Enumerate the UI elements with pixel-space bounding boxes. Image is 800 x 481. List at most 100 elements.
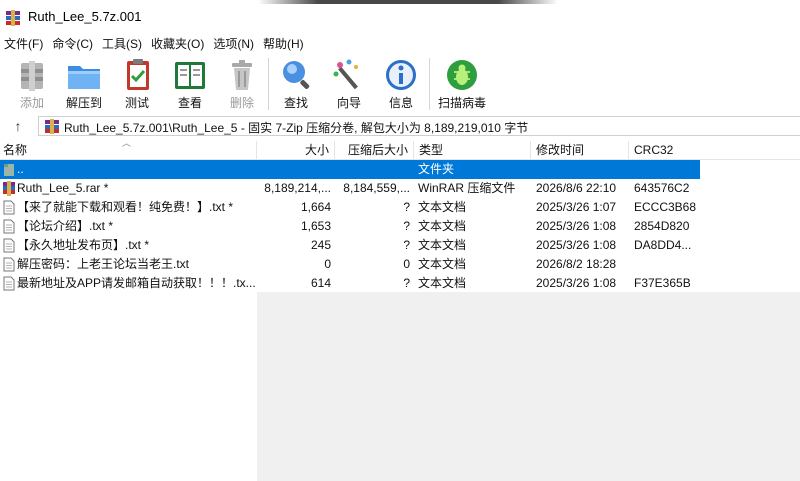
address-bar: ↑ Ruth_Lee_5.7z.001\Ruth_Lee_5 - 固实 7-Zi… <box>0 116 800 138</box>
file-name: 【来了就能下载和观看！纯免费！】.txt * <box>17 200 234 214</box>
file-name: Ruth_Lee_5.rar * <box>17 181 109 195</box>
view-button[interactable]: 查看 <box>164 55 216 113</box>
file-type: WinRAR 压缩文件 <box>418 181 516 195</box>
file-name: 【论坛介绍】.txt * <box>17 219 114 233</box>
file-size: 1,653 <box>300 219 331 233</box>
menu-file[interactable]: 文件(F) <box>0 34 48 54</box>
menu-options[interactable]: 选项(N) <box>209 34 259 54</box>
file-crc32: DA8DD4... <box>634 238 692 252</box>
test-button[interactable]: 测试 <box>111 55 163 113</box>
file-row[interactable]: 最新地址及APP请发邮箱自动获取！！！.tx... 614 ? 文本文档 202… <box>0 274 700 293</box>
scan-virus-label: 扫描病毒 <box>437 96 486 110</box>
parent-folder-icon <box>4 164 14 176</box>
find-button[interactable]: 查找 <box>270 55 322 113</box>
column-type[interactable]: 类型 <box>414 141 531 160</box>
extract-folder-icon <box>68 66 100 89</box>
toolbar-separator <box>429 58 430 110</box>
info-icon <box>386 60 416 90</box>
file-packed-size: 0 <box>403 257 410 271</box>
trash-icon <box>232 60 252 90</box>
wizard-button[interactable]: 向导 <box>323 55 375 113</box>
test-clipboard-icon <box>127 59 149 90</box>
window-title: Ruth_Lee_5.7z.001 <box>28 9 142 24</box>
file-size: 0 <box>324 257 331 271</box>
extract-label: 解压到 <box>65 96 102 110</box>
file-row[interactable]: 解压密码：上老王论坛当老王.txt 0 0 文本文档 2026/8/2 18:2… <box>0 255 700 274</box>
column-name[interactable]: 名称 <box>0 141 257 160</box>
text-file-icon <box>3 219 15 234</box>
empty-list-area <box>257 292 800 481</box>
text-file-icon <box>3 257 15 272</box>
file-modified: 2025/3/26 1:08 <box>536 276 617 290</box>
file-crc32: F37E365B <box>634 276 691 290</box>
menu-tools[interactable]: 工具(S) <box>98 34 147 54</box>
text-file-icon <box>3 276 15 291</box>
file-crc32 <box>634 255 700 274</box>
view-label: 查看 <box>177 96 202 110</box>
delete-button[interactable]: 删除 <box>216 55 268 113</box>
info-label: 信息 <box>388 96 413 110</box>
scan-virus-button[interactable]: 扫描病毒 <box>434 55 490 113</box>
add-archive-icon <box>21 61 43 91</box>
info-button[interactable]: 信息 <box>375 55 427 113</box>
delete-label: 删除 <box>229 96 254 110</box>
archive-icon <box>45 119 59 134</box>
column-crc32[interactable]: CRC32 <box>629 141 800 160</box>
text-file-icon <box>3 238 15 253</box>
file-packed-size: ? <box>403 219 410 233</box>
file-packed-size: ? <box>403 238 410 252</box>
file-packed-size: ? <box>403 200 410 214</box>
extract-button[interactable]: 解压到 <box>58 55 110 113</box>
file-packed-size: 8,184,559,... <box>343 181 410 195</box>
file-type: 文本文档 <box>418 276 467 290</box>
file-crc32: 2854D820 <box>634 219 690 233</box>
file-type: 文本文档 <box>418 200 467 214</box>
toolbar-separator <box>268 58 269 110</box>
file-type: 文本文档 <box>418 257 467 271</box>
virus-scan-bug-icon <box>447 60 477 90</box>
menu-favorites[interactable]: 收藏夹(O) <box>147 34 209 54</box>
file-name: 解压密码：上老王论坛当老王.txt <box>17 257 190 271</box>
title-bar: Ruth_Lee_5.7z.001 <box>0 0 800 34</box>
find-label: 查找 <box>283 96 308 110</box>
file-crc32: ECCC3B68 <box>634 200 697 214</box>
column-modified[interactable]: 修改时间 <box>531 141 629 160</box>
file-modified: 2026/8/2 18:28 <box>536 257 617 271</box>
file-row[interactable]: Ruth_Lee_5.rar * 8,189,214,... 8,184,559… <box>0 179 700 198</box>
file-modified: 2025/3/26 1:07 <box>536 200 617 214</box>
file-modified: 2025/3/26 1:08 <box>536 219 617 233</box>
path-field[interactable]: Ruth_Lee_5.7z.001\Ruth_Lee_5 - 固实 7-Zip … <box>38 116 800 136</box>
file-size: 1,664 <box>300 200 331 214</box>
file-list-header: 名称 大小 压缩后大小 类型 修改时间 CRC32 <box>0 141 800 160</box>
file-name: 最新地址及APP请发邮箱自动获取！！！.tx... <box>17 276 255 290</box>
file-row[interactable]: 【永久地址发布页】.txt * 245 ? 文本文档 2025/3/26 1:0… <box>0 236 700 255</box>
view-book-icon <box>175 62 205 89</box>
test-label: 测试 <box>124 96 149 110</box>
menu-help[interactable]: 帮助(H) <box>259 34 309 54</box>
add-button[interactable]: 添加 <box>6 55 58 113</box>
menu-commands[interactable]: 命令(C) <box>48 34 98 54</box>
file-row-parent[interactable]: .. 文件夹 <box>0 160 700 179</box>
file-packed-size: ? <box>403 276 410 290</box>
file-crc32: 643576C2 <box>634 181 690 195</box>
file-size: 245 <box>310 238 331 252</box>
wizard-label: 向导 <box>336 96 361 110</box>
file-row[interactable]: 【来了就能下载和观看！纯免费！】.txt * 1,664 ? 文本文档 2025… <box>0 198 700 217</box>
up-arrow-icon: ↑ <box>14 118 22 134</box>
file-row[interactable]: 【论坛介绍】.txt * 1,653 ? 文本文档 2025/3/26 1:08… <box>0 217 700 236</box>
path-text: Ruth_Lee_5.7z.001\Ruth_Lee_5 - 固实 7-Zip … <box>64 121 529 135</box>
file-type: 文件夹 <box>418 162 455 176</box>
file-name: .. <box>17 162 24 176</box>
file-name: 【永久地址发布页】.txt * <box>17 238 150 252</box>
toolbar: 添加 解压到 测试 查看 删除 查找 向导 信息 扫描病毒 <box>0 55 800 113</box>
file-size: 8,189,214,... <box>264 181 331 195</box>
title-shadow <box>258 0 558 4</box>
column-packed-size[interactable]: 压缩后大小 <box>335 141 414 160</box>
rar-file-icon <box>3 181 15 196</box>
file-type: 文本文档 <box>418 238 467 252</box>
file-type: 文本文档 <box>418 219 467 233</box>
text-file-icon <box>3 200 15 215</box>
up-folder-button[interactable]: ↑ <box>7 116 29 136</box>
file-modified: 2026/8/6 22:10 <box>536 181 617 195</box>
column-size[interactable]: 大小 <box>257 141 335 160</box>
